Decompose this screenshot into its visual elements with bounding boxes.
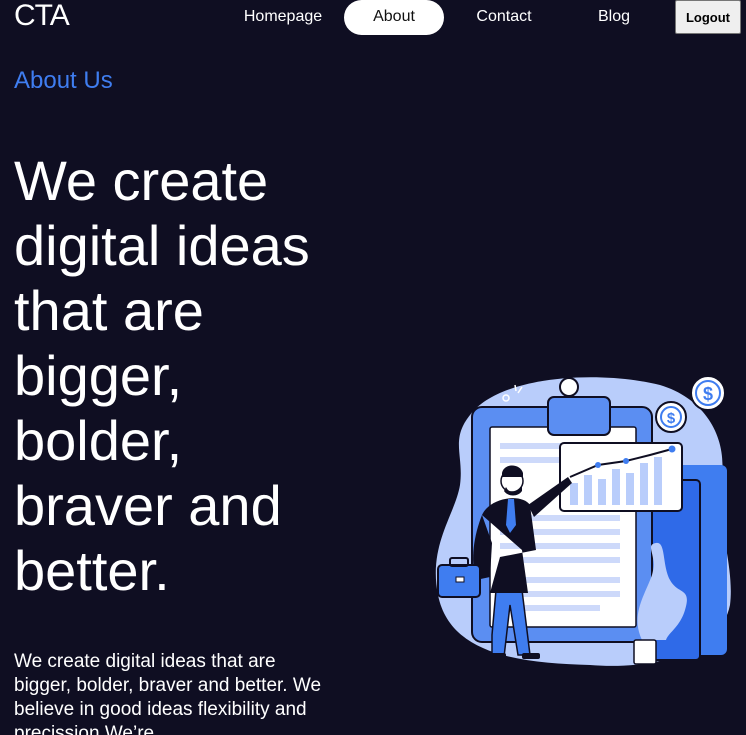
business-growth-illustration: $ $ — [435, 375, 731, 666]
site-logo[interactable]: CTA — [14, 0, 70, 33]
nav-blog[interactable]: Blog — [564, 0, 664, 35]
clip-ring — [559, 377, 579, 397]
plant-pot — [633, 639, 657, 665]
logout-button[interactable]: Logout — [675, 0, 741, 34]
clipboard-clip — [547, 396, 611, 436]
coin-small-symbol: $ — [667, 410, 676, 427]
section-label: About Us — [14, 67, 113, 94]
nav-contact[interactable]: Contact — [454, 0, 554, 35]
hero-description: We create digital ideas that are bigger,… — [14, 651, 322, 735]
nav-about[interactable]: About — [344, 0, 444, 35]
hero-headline: We create digital ideas that are bigger,… — [14, 149, 310, 602]
growth-chart-card — [559, 442, 683, 512]
coin-large-symbol: $ — [703, 384, 713, 404]
top-navigation: CTA Homepage About Contact Blog Logout — [0, 0, 746, 36]
about-page: CTA Homepage About Contact Blog Logout A… — [0, 0, 746, 735]
nav-homepage[interactable]: Homepage — [233, 0, 333, 35]
